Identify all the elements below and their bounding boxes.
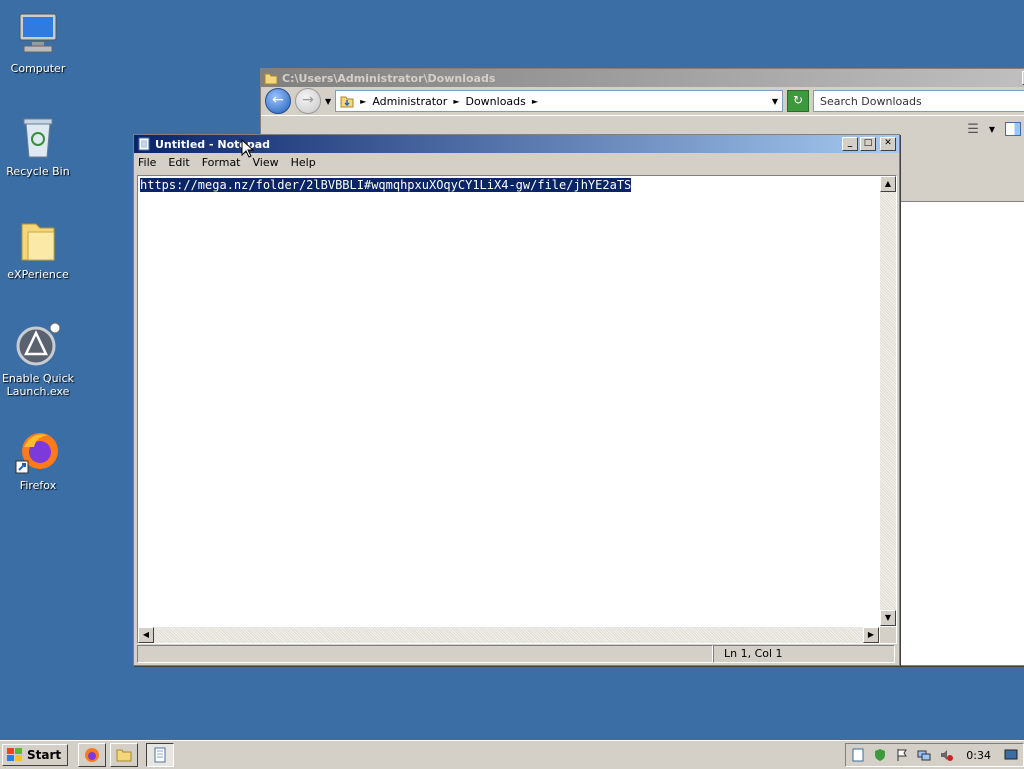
quick-launch-app-icon <box>14 320 62 368</box>
chevron-down-icon[interactable]: ▼ <box>325 97 331 106</box>
address-bar[interactable]: ► Administrator ► Downloads ► ▼ <box>335 90 783 112</box>
forward-button[interactable]: → <box>295 88 321 114</box>
minimize-button[interactable]: _ <box>842 137 858 151</box>
selected-text[interactable]: https://mega.nz/folder/2lBVBBLI#wqmqhpxu… <box>140 178 632 192</box>
desktop-icon-label: Recycle Bin <box>6 165 70 178</box>
notepad-icon <box>154 747 166 763</box>
menu-edit[interactable]: Edit <box>168 156 189 169</box>
menu-help[interactable]: Help <box>291 156 316 169</box>
breadcrumb-separator-icon[interactable]: ► <box>532 97 538 106</box>
desktop-icon-label: eXPerience <box>7 268 69 281</box>
taskbar-notepad-button[interactable] <box>146 743 175 767</box>
scroll-right-button[interactable]: ▶ <box>863 627 879 643</box>
desktop-icon-label: Firefox <box>19 479 57 492</box>
notepad-window[interactable]: Untitled - Notepad _ □ ✕ File Edit Forma… <box>133 134 900 666</box>
clock[interactable]: 0:34 <box>960 749 997 762</box>
explorer-address-row: ← → ▼ ► Administrator ► Downloads ► ▼ ↻ … <box>261 87 1024 115</box>
firefox-icon <box>14 427 62 475</box>
folder-icon <box>264 73 278 85</box>
system-tray: 0:34 <box>845 743 1024 767</box>
notepad-icon <box>138 137 150 151</box>
chevron-down-icon[interactable]: ▼ <box>989 125 995 134</box>
status-left-pane <box>137 645 713 663</box>
start-button[interactable]: Start <box>2 744 69 766</box>
search-input[interactable]: Search Downloads <box>813 90 1024 112</box>
windows-logo-icon <box>7 748 22 761</box>
security-shield-icon[interactable] <box>872 747 888 763</box>
computer-icon <box>14 10 62 58</box>
document-icon[interactable] <box>850 747 866 763</box>
desktop-icon-recycle-bin[interactable]: Recycle Bin <box>0 113 76 178</box>
folder-icon <box>116 749 132 762</box>
close-button[interactable]: ✕ <box>880 137 896 151</box>
desktop-icon-label: Computer <box>10 62 66 75</box>
folder-icon <box>14 216 62 264</box>
menu-view[interactable]: View <box>253 156 279 169</box>
preview-pane-icon[interactable] <box>1005 122 1021 136</box>
breadcrumb-separator-icon[interactable]: ► <box>453 97 459 106</box>
address-dropdown-icon[interactable]: ▼ <box>772 97 778 106</box>
notepad-content[interactable]: https://mega.nz/folder/2lBVBBLI#wqmqhpxu… <box>140 178 632 192</box>
back-button[interactable]: ← <box>265 88 291 114</box>
notepad-statusbar: Ln 1, Col 1 <box>137 645 895 663</box>
recycle-bin-icon <box>14 113 62 161</box>
breadcrumb-item-downloads[interactable]: Downloads <box>465 95 525 108</box>
scroll-down-button[interactable]: ▼ <box>880 610 896 626</box>
horizontal-scrollbar[interactable]: ◀ ▶ <box>138 627 879 643</box>
desktop-icon-experience[interactable]: eXPerience <box>0 216 76 281</box>
desktop-icon-computer[interactable]: Computer <box>0 10 76 75</box>
scroll-left-button[interactable]: ◀ <box>138 627 154 643</box>
explorer-titlebar[interactable]: C:\Users\Administrator\Downloads _ <box>261 69 1024 87</box>
desktop-icon-label: Enable Quick Launch.exe <box>1 372 75 398</box>
volume-muted-icon[interactable] <box>938 747 954 763</box>
quick-launch <box>78 743 139 767</box>
network-icon[interactable] <box>916 747 932 763</box>
scroll-up-button[interactable]: ▲ <box>880 176 896 192</box>
explorer-title: C:\Users\Administrator\Downloads <box>282 71 496 85</box>
cursor-position: Ln 1, Col 1 <box>713 645 895 663</box>
breadcrumb-item-administrator[interactable]: Administrator <box>372 95 447 108</box>
taskbar: Start 0:34 <box>0 740 1024 769</box>
breadcrumb-separator-icon[interactable]: ► <box>360 97 366 106</box>
show-desktop-icon[interactable] <box>1003 747 1019 763</box>
maximize-button[interactable]: □ <box>860 137 876 151</box>
quick-launch-explorer[interactable] <box>110 743 139 767</box>
mouse-cursor-icon <box>241 139 255 158</box>
scrollbar-corner <box>880 627 896 643</box>
notepad-text-area[interactable]: https://mega.nz/folder/2lBVBBLI#wqmqhpxu… <box>137 175 897 644</box>
folder-download-icon <box>340 96 354 108</box>
vertical-scrollbar[interactable]: ▲ ▼ <box>880 176 896 626</box>
desktop-icon-enable-quick-launch[interactable]: Enable Quick Launch.exe <box>0 320 76 398</box>
views-icon[interactable]: ☰ <box>967 122 979 137</box>
menu-file[interactable]: File <box>138 156 156 169</box>
search-placeholder: Search Downloads <box>820 94 922 108</box>
menu-format[interactable]: Format <box>202 156 241 169</box>
desktop-icon-firefox[interactable]: Firefox <box>0 427 76 492</box>
firefox-icon <box>85 748 100 762</box>
start-label: Start <box>27 748 62 762</box>
quick-launch-firefox[interactable] <box>78 743 107 767</box>
flag-icon[interactable] <box>894 747 910 763</box>
refresh-button[interactable]: ↻ <box>787 90 809 112</box>
